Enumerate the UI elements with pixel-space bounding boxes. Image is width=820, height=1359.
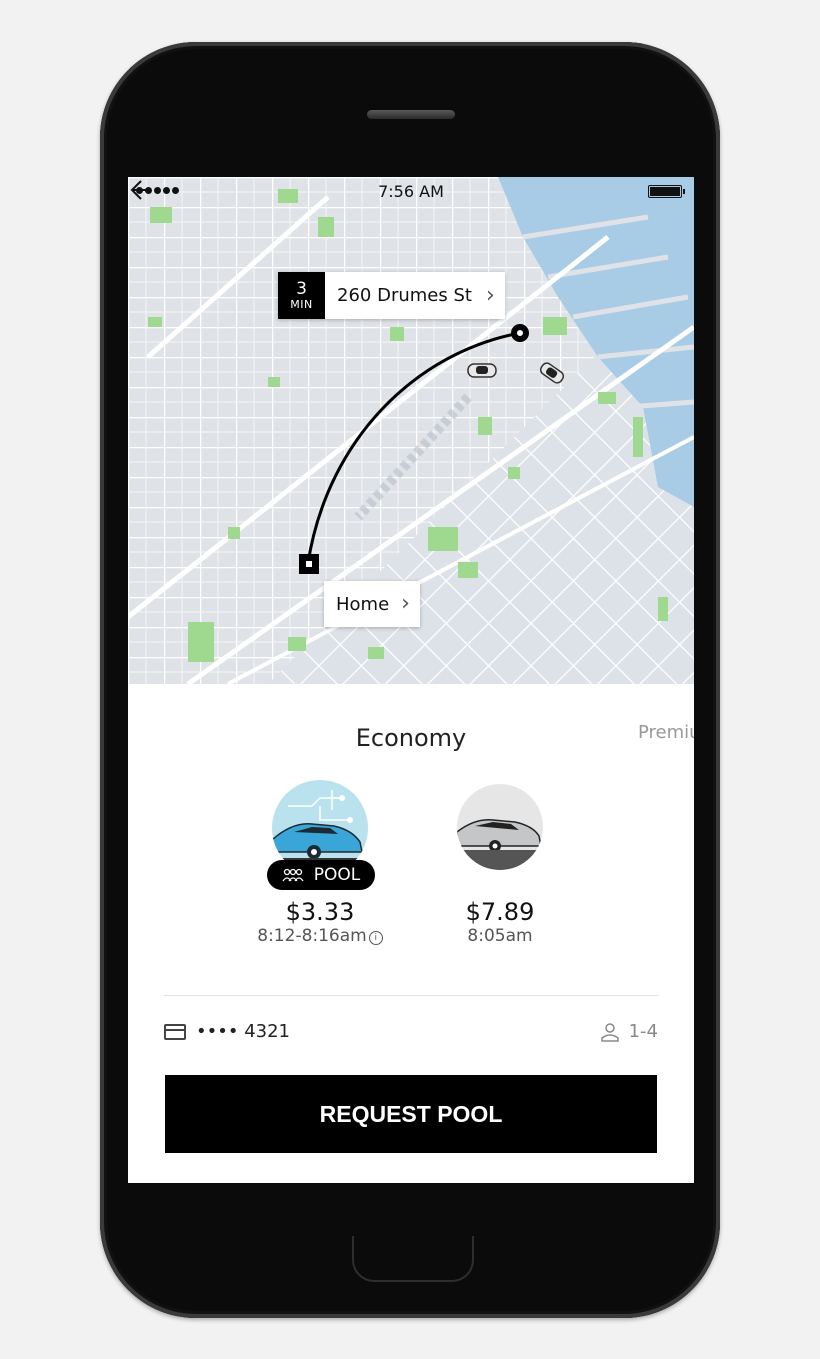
payment-method[interactable]: •••• 4321 bbox=[164, 1021, 290, 1042]
ride-option-pool[interactable]: POOL $3.33 8:12-8:16am i bbox=[245, 780, 395, 946]
pickup-address-box: 260 Drumes St › bbox=[325, 272, 505, 319]
seat-count: 1-4 bbox=[628, 1021, 658, 1042]
pickup-eta-box: 3 MIN bbox=[278, 272, 325, 319]
riders-icon bbox=[282, 868, 304, 882]
card-number: •••• 4321 bbox=[196, 1021, 290, 1042]
info-icon[interactable]: i bbox=[368, 931, 383, 945]
tab-economy[interactable]: Economy bbox=[128, 724, 694, 752]
car-marker-icon bbox=[467, 363, 497, 378]
pickup-pin-icon bbox=[511, 324, 529, 342]
person-icon bbox=[600, 1022, 619, 1042]
pickup-address: 260 Drumes St bbox=[337, 285, 472, 306]
ride-option-standard[interactable]: $7.89 8:05am bbox=[430, 784, 570, 946]
standard-price: $7.89 bbox=[465, 898, 535, 926]
destination-pin-icon bbox=[299, 554, 319, 574]
pickup-label[interactable]: 3 MIN 260 Drumes St › bbox=[278, 272, 505, 319]
ride-selection-panel: Economy Premium bbox=[128, 684, 694, 1183]
divider bbox=[164, 995, 659, 996]
pickup-eta-unit: MIN bbox=[290, 298, 313, 311]
phone-home-button bbox=[352, 1236, 474, 1282]
status-time: 7:56 AM bbox=[378, 182, 444, 201]
pickup-eta-minutes: 3 bbox=[296, 279, 307, 299]
request-button[interactable]: REQUEST POOL bbox=[165, 1075, 657, 1153]
standard-eta: 8:05am bbox=[467, 926, 533, 946]
chevron-right-icon: › bbox=[401, 591, 410, 616]
battery-icon bbox=[648, 185, 685, 198]
credit-card-icon bbox=[164, 1023, 186, 1040]
destination-label[interactable]: Home › bbox=[324, 581, 420, 627]
chevron-right-icon: › bbox=[485, 282, 495, 308]
destination-name: Home bbox=[336, 593, 390, 615]
status-bar: 7:56 AM bbox=[128, 177, 694, 205]
pool-badge-label: POOL bbox=[313, 865, 361, 885]
map-view[interactable]: 7:56 AM 3 MIN 260 Drumes St › Home › bbox=[128, 177, 694, 684]
seat-selector[interactable]: 1-4 bbox=[600, 1021, 658, 1042]
pool-eta-text: 8:12-8:16am bbox=[257, 926, 367, 946]
pool-eta: 8:12-8:16am i bbox=[245, 926, 395, 946]
car-marker-icon bbox=[539, 362, 565, 384]
back-arrow-icon[interactable] bbox=[128, 177, 154, 203]
app-screen: 7:56 AM 3 MIN 260 Drumes St › Home › Eco… bbox=[128, 177, 694, 1183]
standard-car-image bbox=[457, 784, 543, 870]
pool-price: $3.33 bbox=[285, 898, 355, 926]
phone-speaker bbox=[367, 110, 455, 119]
tab-premium[interactable]: Premium bbox=[638, 722, 694, 743]
pool-badge: POOL bbox=[267, 860, 375, 890]
